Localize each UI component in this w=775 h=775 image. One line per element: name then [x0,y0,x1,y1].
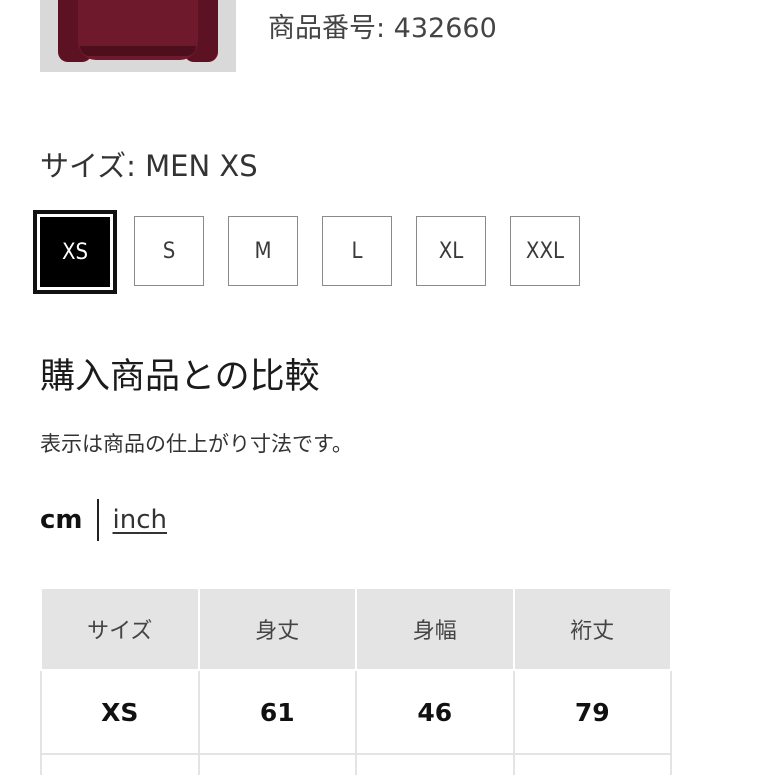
product-number: 商品番号: 432660 [268,13,497,44]
unit-cm[interactable]: cm [40,505,83,535]
table-row: XS 61 46 79 [40,670,672,755]
size-option-xs[interactable]: XS [33,210,117,294]
size-option-xl[interactable]: XL [416,216,486,286]
table-header-row: サイズ 身丈 身幅 裄丈 [40,587,672,671]
size-option-s[interactable]: S [134,216,204,286]
comparison-title: 購入商品との比較 [40,357,320,397]
header-size: サイズ [40,587,200,671]
header-body-length: 身丈 [197,587,357,671]
size-option-m[interactable]: M [228,216,298,286]
row-sleeve-length: 79 [512,670,672,755]
size-option-l[interactable]: L [322,216,392,286]
size-comparison-table: サイズ 身丈 身幅 裄丈 XS 61 46 79 [40,587,672,775]
row-body-width: 46 [355,670,515,755]
size-option-label: XS [40,217,110,287]
row-body-length: 61 [197,670,357,755]
product-thumbnail [40,0,236,72]
comparison-note: 表示は商品の仕上がり寸法です。 [40,432,353,456]
row-cell-empty [40,754,200,775]
row-size: XS [40,670,200,755]
unit-toggle: cm inch [40,499,167,541]
header-sleeve-length: 裄丈 [512,587,672,671]
header-body-width: 身幅 [355,587,515,671]
row-cell-empty [355,754,515,775]
unit-inch-link[interactable]: inch [113,505,167,535]
selected-size-heading: サイズ: MEN XS [40,149,258,183]
unit-divider [96,499,99,541]
row-cell-empty [197,754,357,775]
table-row-partial [40,754,672,775]
row-cell-empty [512,754,672,775]
sweater-hem [80,46,196,56]
size-option-xxl[interactable]: XXL [510,216,580,286]
